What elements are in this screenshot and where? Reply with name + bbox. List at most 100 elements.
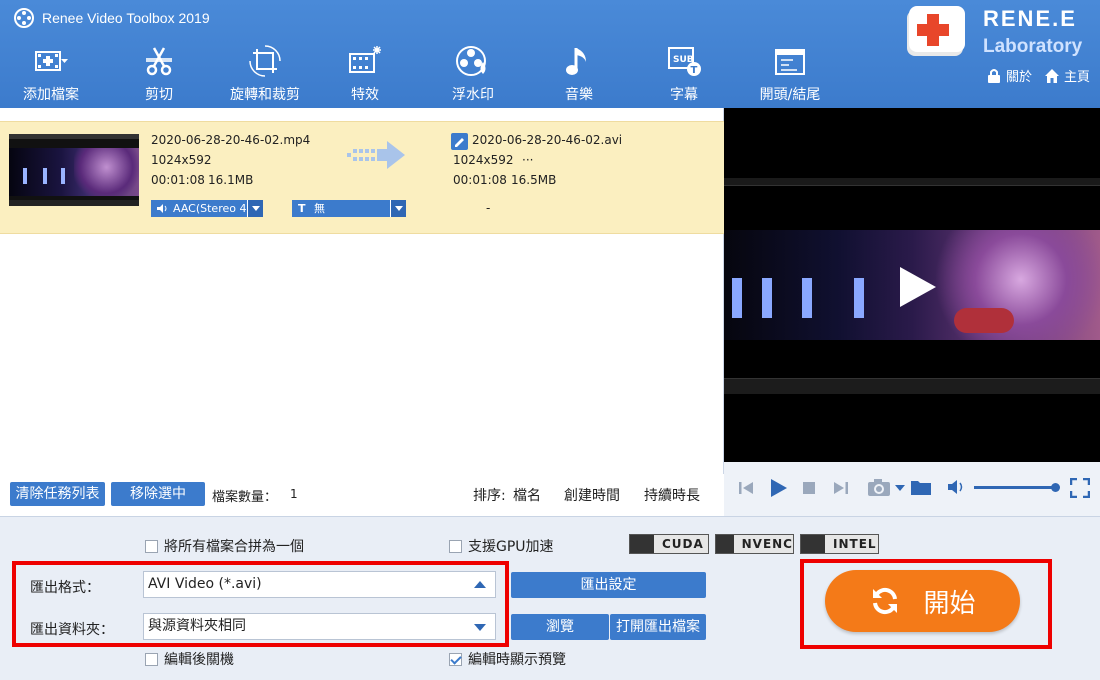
shutdown-checkbox-box[interactable] [145, 652, 158, 666]
fullscreen-icon[interactable] [1070, 478, 1090, 498]
subtitle-track-select[interactable]: T 無 [292, 200, 406, 217]
file-count-value: 1 [290, 487, 298, 501]
output-size: 16.5MB [511, 173, 557, 187]
intro-outro-button[interactable]: 開頭/結尾 [754, 44, 826, 104]
source-duration: 00:01:08 [151, 173, 205, 187]
folder-icon[interactable] [910, 478, 932, 496]
main-toolbar: 添加檔案 剪切 旋轉和裁剪 特效 浮水印 音樂 SUB T 字幕 開頭/結尾 [0, 44, 900, 106]
convert-arrow-icon [347, 141, 405, 169]
music-icon [566, 48, 586, 75]
shutdown-label: 編輯後關機 [164, 652, 234, 668]
volume-icon[interactable] [947, 479, 967, 495]
volume-slider-handle[interactable] [1051, 483, 1060, 492]
about-link[interactable]: 關於 [986, 66, 1032, 85]
chevron-down-icon[interactable] [895, 485, 905, 491]
output-resolution: 1024x592 [453, 153, 514, 167]
file-count-label: 檔案數量： [212, 490, 278, 505]
chevron-down-icon [247, 200, 263, 217]
about-label: 關於 [1005, 70, 1032, 85]
toolbar-label: 字幕 [670, 87, 698, 103]
toolbar-label: 浮水印 [452, 87, 494, 103]
toolbar-label: 剪切 [145, 87, 173, 103]
play-overlay-icon[interactable] [892, 263, 940, 311]
toolbar-label: 音樂 [565, 87, 593, 103]
clear-list-button[interactable]: 清除任務列表 [10, 482, 105, 506]
home-icon [1044, 68, 1059, 83]
preview-label: 編輯時顯示預覽 [468, 652, 566, 668]
audio-track-select[interactable]: AAC(Stereo 4 [151, 200, 263, 217]
top-links: 關於 主頁 [986, 66, 1090, 85]
stop-icon[interactable] [803, 482, 815, 494]
subtitle-track-value: 無 [314, 202, 326, 215]
camera-icon[interactable] [867, 477, 891, 497]
source-file-name: 2020-06-28-20-46-02.mp4 [151, 133, 311, 147]
export-settings-button[interactable]: 匯出設定 [511, 572, 706, 598]
toolbar-label: 添加檔案 [23, 87, 79, 103]
gpu-checkbox-box[interactable] [449, 539, 462, 553]
brand-area: RENE.E Laboratory [905, 2, 1095, 68]
play-icon[interactable] [768, 478, 788, 498]
merge-label: 將所有檔案合拼為一個 [164, 539, 304, 555]
start-button[interactable]: 開始 [825, 570, 1020, 632]
volume-slider[interactable] [974, 486, 1056, 489]
brand-logo-icon [907, 6, 965, 56]
intel-badge: INTEL [800, 534, 879, 554]
source-size: 16.1MB [208, 173, 254, 187]
start-label: 開始 [923, 588, 976, 619]
output-more-button[interactable]: ··· [522, 153, 533, 167]
sort-label: 排序: [473, 488, 506, 504]
previous-icon[interactable] [738, 480, 754, 496]
remove-selected-button[interactable]: 移除選中 [111, 482, 205, 506]
gpu-accel-checkbox[interactable]: 支援GPU加速 [449, 536, 554, 556]
chevron-down-icon [390, 200, 406, 217]
file-row[interactable]: 2020-06-28-20-46-02.mp4 1024x592 00:01:0… [0, 121, 724, 234]
source-resolution: 1024x592 [151, 153, 212, 167]
add-file-button[interactable]: 添加檔案 [18, 44, 84, 104]
cut-button[interactable]: 剪切 [126, 44, 192, 104]
output-file-name: 2020-06-28-20-46-02.avi [472, 133, 623, 147]
effects-icon [349, 46, 381, 73]
speaker-icon [157, 204, 167, 213]
next-icon[interactable] [833, 480, 849, 496]
toolbar-label: 旋轉和裁剪 [230, 87, 300, 103]
watermark-button[interactable]: 浮水印 [440, 44, 506, 104]
rotate-crop-button[interactable]: 旋轉和裁剪 [224, 44, 306, 104]
preview-checkbox-box[interactable] [449, 652, 462, 666]
refresh-icon [873, 587, 898, 615]
sort-by-duration[interactable]: 持續時長 [644, 485, 700, 505]
sort-by-created[interactable]: 創建時間 [564, 485, 620, 505]
app-title: Renee Video Toolbox 2019 [42, 10, 210, 26]
subtitle-button[interactable]: SUB T 字幕 [651, 44, 717, 104]
rotate-crop-icon [249, 45, 281, 77]
svg-text:T: T [691, 65, 698, 76]
lock-icon [987, 68, 1000, 83]
video-preview[interactable] [724, 108, 1100, 462]
app-header: Renee Video Toolbox 2019 添加檔案 剪切 旋轉和裁剪 特… [0, 0, 1100, 108]
toolbar-label: 開頭/結尾 [759, 87, 821, 103]
sort-by-name[interactable]: 檔名 [513, 485, 541, 505]
shutdown-after-checkbox[interactable]: 編輯後關機 [145, 649, 234, 669]
gpu-label: 支援GPU加速 [468, 539, 554, 555]
brand-subtitle: Laboratory [983, 36, 1083, 57]
player-controls [724, 462, 1100, 516]
nvidia-icon [716, 535, 734, 553]
watermark-icon [456, 46, 486, 76]
cuda-badge: CUDA [629, 534, 709, 554]
nvenc-label: NVENC [741, 537, 793, 551]
merge-checkbox-box[interactable] [145, 539, 158, 553]
cut-icon [146, 47, 172, 76]
browse-button[interactable]: 瀏覽 [511, 614, 609, 640]
edit-output-icon[interactable] [451, 133, 468, 150]
toolbar-label: 特效 [351, 87, 379, 103]
export-highlight-frame [12, 561, 509, 647]
show-preview-checkbox[interactable]: 編輯時顯示預覽 [449, 649, 566, 669]
list-toolbar: 清除任務列表 移除選中 檔案數量： 1 排序: 檔名 創建時間 持續時長 [0, 474, 724, 516]
open-output-folder-button[interactable]: 打開匯出檔案 [610, 614, 706, 640]
home-link[interactable]: 主頁 [1044, 66, 1090, 85]
nvenc-badge: NVENC [715, 534, 794, 554]
effects-button[interactable]: 特效 [332, 44, 398, 104]
music-button[interactable]: 音樂 [546, 44, 612, 104]
subtitle-icon: SUB T [668, 47, 701, 76]
merge-files-checkbox[interactable]: 將所有檔案合拼為一個 [145, 536, 304, 556]
app-logo-icon [14, 8, 34, 28]
